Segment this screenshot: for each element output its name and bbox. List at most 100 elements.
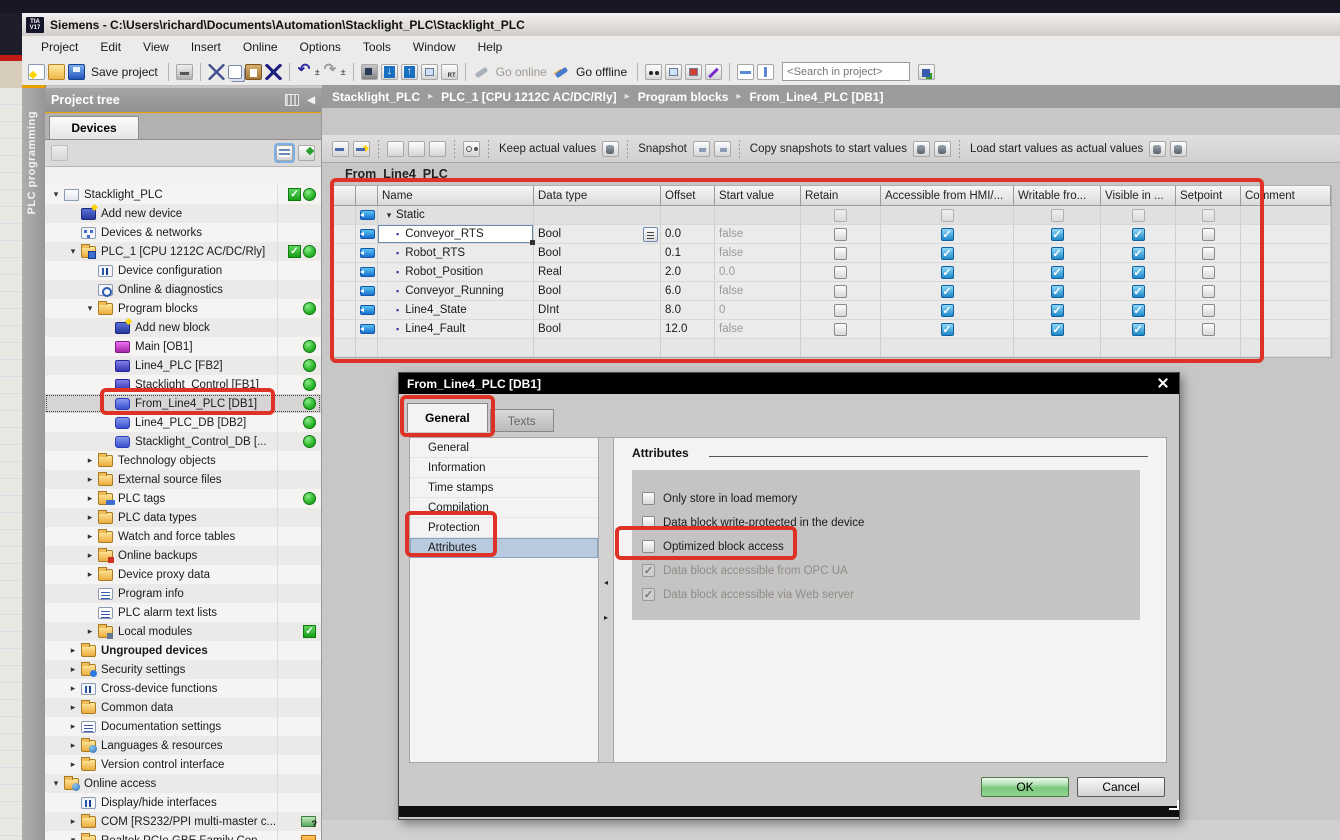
- tree-item-main-ob1[interactable]: Main [OB1]: [45, 337, 321, 356]
- dialog-nav-attributes[interactable]: Attributes: [410, 538, 598, 558]
- tree-item-from-line4-plc-db1[interactable]: From_Line4_PLC [DB1]: [45, 394, 321, 413]
- library-view-icon[interactable]: [918, 64, 935, 80]
- open-project-icon[interactable]: [48, 64, 65, 80]
- expand-all-members-icon[interactable]: [429, 141, 446, 157]
- expand-toggle-icon[interactable]: ▸: [83, 550, 97, 561]
- cell-name[interactable]: ▪Conveyor_Running: [378, 282, 534, 301]
- tree-item-online-backups[interactable]: ▸Online backups: [45, 546, 321, 565]
- expand-toggle-icon[interactable]: ▸: [66, 664, 80, 675]
- undo-icon[interactable]: [297, 64, 314, 80]
- tree-item-plc-alarm-text-lists[interactable]: PLC alarm text lists: [45, 603, 321, 622]
- dialog-nav-protection[interactable]: Protection: [410, 518, 598, 538]
- dropdown-marker-icon[interactable]: ±: [341, 67, 346, 77]
- copy-snapshot-icon[interactable]: [714, 141, 731, 157]
- menu-tools[interactable]: Tools: [352, 38, 402, 56]
- tree-item-stacklight-control-fb1[interactable]: Stacklight_Control [FB1]: [45, 375, 321, 394]
- breadcrumb-program-blocks[interactable]: Program blocks: [638, 90, 729, 104]
- tree-item-device-proxy-data[interactable]: ▸Device proxy data: [45, 565, 321, 584]
- col-header-name[interactable]: Name: [378, 186, 534, 206]
- dialog-nav-time-stamps[interactable]: Time stamps: [410, 478, 598, 498]
- load-start-values-all-icon[interactable]: [1170, 141, 1187, 157]
- retain-checkbox[interactable]: [834, 228, 847, 241]
- paste-icon[interactable]: [245, 64, 262, 80]
- retain-checkbox[interactable]: [834, 266, 847, 279]
- cell-start-value[interactable]: 0.0: [715, 263, 801, 282]
- tree-item-documentation-settings[interactable]: ▸Documentation settings: [45, 717, 321, 736]
- cell-offset[interactable]: [661, 206, 715, 225]
- expand-toggle-icon[interactable]: ▸: [83, 531, 97, 542]
- table-row-conveyor-running[interactable]: ▪Conveyor_RunningBool6.0false: [334, 282, 1331, 301]
- go-online-plug-icon[interactable]: [473, 64, 490, 80]
- writable-from-hmi-checkbox[interactable]: [1051, 323, 1064, 336]
- table-row-line4-fault[interactable]: ▪Line4_FaultBool12.0false: [334, 320, 1331, 339]
- start-cpu-icon[interactable]: [421, 64, 438, 80]
- cell-name[interactable]: ▪Line4_Fault: [378, 320, 534, 339]
- accessible-from-hmi-checkbox[interactable]: [941, 285, 954, 298]
- attribute-optimized-block-access[interactable]: Optimized block access: [642, 540, 1140, 553]
- tab-devices[interactable]: Devices: [49, 116, 139, 139]
- search-in-project-input[interactable]: [782, 62, 910, 81]
- retain-checkbox[interactable]: [834, 323, 847, 336]
- details-view-icon[interactable]: [276, 145, 293, 161]
- accessible-from-hmi-checkbox[interactable]: [941, 304, 954, 317]
- expand-toggle-icon[interactable]: ▸: [66, 759, 80, 770]
- insert-row-icon[interactable]: [332, 141, 349, 157]
- col-header-accessible-from-hmi[interactable]: Accessible from HMI/...: [881, 186, 1014, 206]
- tree-item-display-hide-interfaces[interactable]: Display/hide interfaces: [45, 793, 321, 812]
- menu-options[interactable]: Options: [289, 38, 352, 56]
- go-offline-label[interactable]: Go offline: [573, 65, 630, 79]
- cell-data-type[interactable]: Bool: [534, 225, 661, 244]
- tree-item-online-access[interactable]: ▾Online access: [45, 774, 321, 793]
- expand-toggle-icon[interactable]: ▸: [83, 455, 97, 466]
- attribute-data-block-write-protected-in-the-device[interactable]: Data block write-protected in the device: [642, 516, 1140, 529]
- table-empty-row[interactable]: [334, 339, 1331, 357]
- expand-toggle-icon[interactable]: ▸: [66, 721, 80, 732]
- expand-toggle-icon[interactable]: ▸: [83, 626, 97, 637]
- ok-button[interactable]: OK: [981, 777, 1069, 797]
- menu-online[interactable]: Online: [232, 38, 289, 56]
- split-editor-vertical-icon[interactable]: [757, 64, 774, 80]
- cell-offset[interactable]: 8.0: [661, 301, 715, 320]
- expand-toggle-icon[interactable]: ▸: [66, 740, 80, 751]
- tree-item-stacklight-plc[interactable]: ▾Stacklight_PLC✓: [45, 185, 321, 204]
- setpoint-checkbox[interactable]: [1202, 285, 1215, 298]
- panel-options-icon[interactable]: [285, 94, 299, 106]
- data-block-write-protected-in-the-device-checkbox[interactable]: [642, 516, 655, 529]
- new-project-icon[interactable]: [28, 64, 45, 80]
- cell-offset[interactable]: 6.0: [661, 282, 715, 301]
- start-cpu-icon[interactable]: [665, 64, 682, 80]
- writable-from-hmi-checkbox[interactable]: [1051, 304, 1064, 317]
- splitter-left-arrow-icon[interactable]: ◂: [604, 578, 608, 587]
- visible-in-hmi-checkbox[interactable]: [1132, 323, 1145, 336]
- cell-offset[interactable]: 12.0: [661, 320, 715, 339]
- cell-comment[interactable]: [1241, 301, 1331, 320]
- expand-toggle-icon[interactable]: ▸: [66, 816, 80, 827]
- dialog-nav-general[interactable]: General: [410, 438, 598, 458]
- menu-insert[interactable]: Insert: [180, 38, 232, 56]
- go-offline-plug-icon[interactable]: [553, 64, 570, 80]
- load-start-values-icon[interactable]: [1149, 141, 1166, 157]
- tree-item-ungrouped-devices[interactable]: ▸Ungrouped devices: [45, 641, 321, 660]
- expand-toggle-icon[interactable]: ▾: [83, 303, 97, 314]
- cell-comment[interactable]: [1241, 320, 1331, 339]
- cell-name[interactable]: ▪Line4_State: [378, 301, 534, 320]
- cell-comment[interactable]: [1241, 244, 1331, 263]
- tree-item-online-diagnostics[interactable]: Online & diagnostics: [45, 280, 321, 299]
- cell-offset[interactable]: 0.1: [661, 244, 715, 263]
- cell-comment[interactable]: [1241, 263, 1331, 282]
- col-header-comment[interactable]: Comment: [1241, 186, 1331, 206]
- menu-help[interactable]: Help: [467, 38, 514, 56]
- snapshot-icon[interactable]: [693, 141, 710, 157]
- retain-checkbox[interactable]: [834, 247, 847, 260]
- expand-toggle-icon[interactable]: ▸: [83, 493, 97, 504]
- cross-reference-icon[interactable]: [705, 64, 722, 80]
- setpoint-checkbox[interactable]: [1202, 228, 1215, 241]
- expand-toggle-icon[interactable]: ▾: [66, 835, 80, 840]
- add-folder-icon[interactable]: [51, 145, 68, 161]
- tree-item-version-control-interface[interactable]: ▸Version control interface: [45, 755, 321, 774]
- accessible-from-hmi-checkbox[interactable]: [941, 266, 954, 279]
- expand-toggle-icon[interactable]: ▾: [382, 210, 396, 221]
- cell-comment[interactable]: [1241, 225, 1331, 244]
- setpoint-checkbox[interactable]: [1202, 247, 1215, 260]
- download-icon[interactable]: [381, 64, 398, 80]
